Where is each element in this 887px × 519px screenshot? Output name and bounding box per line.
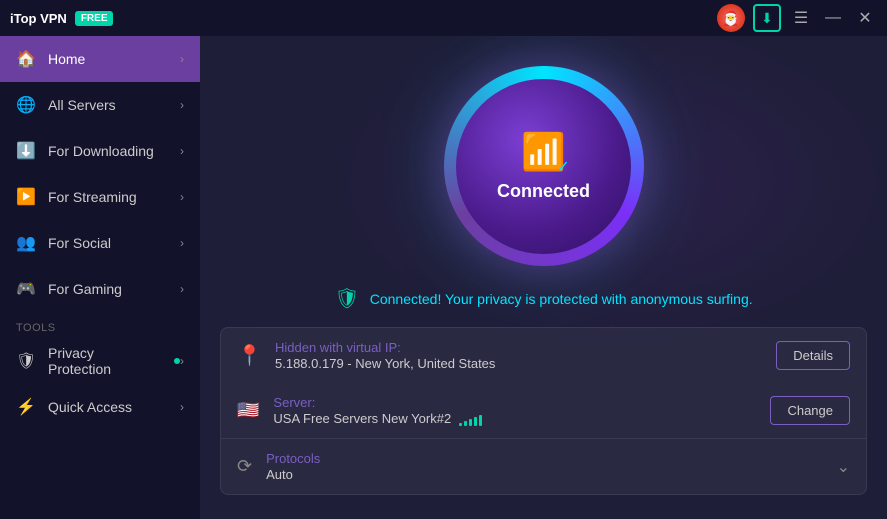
avatar-icon[interactable]: 🎅 bbox=[717, 4, 745, 32]
server-card: 🇺🇸 Server: USA Free Servers New York#2 bbox=[220, 383, 867, 438]
location-icon: 📍 bbox=[237, 343, 261, 368]
title-bar-left: iTop VPN FREE bbox=[10, 11, 113, 26]
signal-bar-1 bbox=[459, 423, 462, 426]
sidebar-item-for-social[interactable]: 👥 For Social › bbox=[0, 220, 200, 266]
status-text: Connected! Your privacy is protected wit… bbox=[370, 291, 753, 307]
status-message: 🛡 Connected! Your privacy is protected w… bbox=[334, 286, 752, 311]
share-icon: ⟳ bbox=[237, 456, 252, 477]
shield-icon: 🛡 bbox=[16, 351, 36, 371]
check-shield-icon: ✓ bbox=[557, 157, 570, 177]
virtual-ip-card: 📍 Hidden with virtual IP: 5.188.0.179 - … bbox=[220, 327, 867, 383]
signal-bar-2 bbox=[464, 421, 467, 426]
social-icon: 👥 bbox=[16, 233, 36, 253]
vpn-circle-inner: 📶 ✓ Connected bbox=[456, 79, 631, 254]
server-label: Server: bbox=[273, 395, 756, 410]
protocols-label: Protocols bbox=[266, 451, 320, 466]
sidebar: 🏠 Home › 🌐 All Servers › ⬇️ For Download… bbox=[0, 36, 200, 519]
sidebar-label-all-servers: All Servers bbox=[48, 97, 116, 113]
streaming-icon: ▶️ bbox=[16, 187, 36, 207]
protocols-value: Auto bbox=[266, 467, 320, 482]
server-value: USA Free Servers New York#2 bbox=[273, 411, 756, 426]
chevron-right-icon: › bbox=[180, 354, 184, 368]
sidebar-item-all-servers[interactable]: 🌐 All Servers › bbox=[0, 82, 200, 128]
sidebar-item-for-downloading[interactable]: ⬇️ For Downloading › bbox=[0, 128, 200, 174]
close-button[interactable]: ✕ bbox=[853, 6, 877, 30]
sidebar-label-privacy-protection: Privacy Protection bbox=[48, 345, 158, 377]
sidebar-label-for-social: For Social bbox=[48, 235, 111, 251]
chevron-down-icon: ⌄ bbox=[837, 457, 850, 477]
chevron-right-icon: › bbox=[180, 52, 184, 66]
chevron-right-icon: › bbox=[180, 144, 184, 158]
signal-bar-4 bbox=[474, 417, 477, 426]
title-bar: iTop VPN FREE 🎅 ⬇ ☰ — ✕ bbox=[0, 0, 887, 36]
sidebar-label-quick-access: Quick Access bbox=[48, 399, 132, 415]
signal-bars bbox=[459, 412, 482, 426]
chevron-right-icon: › bbox=[180, 98, 184, 112]
title-bar-right: 🎅 ⬇ ☰ — ✕ bbox=[717, 4, 877, 32]
app-title: iTop VPN bbox=[10, 11, 67, 26]
quick-access-icon: ⚡ bbox=[16, 397, 36, 417]
protocols-card[interactable]: ⟳ Protocols Auto ⌄ bbox=[220, 438, 867, 495]
gaming-icon: 🎮 bbox=[16, 279, 36, 299]
chevron-right-icon: › bbox=[180, 282, 184, 296]
status-shield-icon: 🛡 bbox=[334, 286, 359, 311]
us-flag-icon: 🇺🇸 bbox=[237, 400, 259, 421]
tools-section-label: Tools bbox=[0, 312, 200, 338]
vpn-connected-label: Connected bbox=[497, 181, 590, 202]
sidebar-label-for-gaming: For Gaming bbox=[48, 281, 122, 297]
minimize-button[interactable]: — bbox=[821, 6, 845, 30]
signal-bar-5 bbox=[479, 415, 482, 426]
menu-icon[interactable]: ☰ bbox=[789, 6, 813, 30]
download-icon[interactable]: ⬇ bbox=[753, 4, 781, 32]
virtual-ip-content: Hidden with virtual IP: 5.188.0.179 - Ne… bbox=[275, 340, 762, 371]
virtual-ip-value: 5.188.0.179 - New York, United States bbox=[275, 356, 762, 371]
sidebar-item-home[interactable]: 🏠 Home › bbox=[0, 36, 200, 82]
signal-bar-3 bbox=[469, 419, 472, 426]
chevron-right-icon: › bbox=[180, 400, 184, 414]
sidebar-label-home: Home bbox=[48, 51, 85, 67]
main-layout: 🏠 Home › 🌐 All Servers › ⬇️ For Download… bbox=[0, 36, 887, 519]
vpn-circle[interactable]: 📶 ✓ Connected bbox=[444, 66, 644, 266]
info-cards: 📍 Hidden with virtual IP: 5.188.0.179 - … bbox=[200, 327, 887, 495]
home-icon: 🏠 bbox=[16, 49, 36, 69]
sidebar-label-for-streaming: For Streaming bbox=[48, 189, 137, 205]
sidebar-item-for-gaming[interactable]: 🎮 For Gaming › bbox=[0, 266, 200, 312]
details-button[interactable]: Details bbox=[776, 341, 850, 370]
wifi-shield-group: 📶 ✓ bbox=[521, 131, 566, 173]
main-content: 📶 ✓ Connected 🛡 Connected! Your privacy … bbox=[200, 36, 887, 519]
server-content: Server: USA Free Servers New York#2 bbox=[273, 395, 756, 426]
change-server-button[interactable]: Change bbox=[770, 396, 850, 425]
virtual-ip-label: Hidden with virtual IP: bbox=[275, 340, 762, 355]
sidebar-item-for-streaming[interactable]: ▶️ For Streaming › bbox=[0, 174, 200, 220]
sidebar-label-for-downloading: For Downloading bbox=[48, 143, 154, 159]
sidebar-item-quick-access[interactable]: ⚡ Quick Access › bbox=[0, 384, 200, 430]
chevron-right-icon: › bbox=[180, 190, 184, 204]
download-icon: ⬇️ bbox=[16, 141, 36, 161]
app-badge: FREE bbox=[75, 11, 114, 26]
globe-icon: 🌐 bbox=[16, 95, 36, 115]
vpn-circle-outer: 📶 ✓ Connected bbox=[444, 66, 644, 266]
sidebar-item-privacy-protection[interactable]: 🛡 Privacy Protection › bbox=[0, 338, 200, 384]
chevron-right-icon: › bbox=[180, 236, 184, 250]
